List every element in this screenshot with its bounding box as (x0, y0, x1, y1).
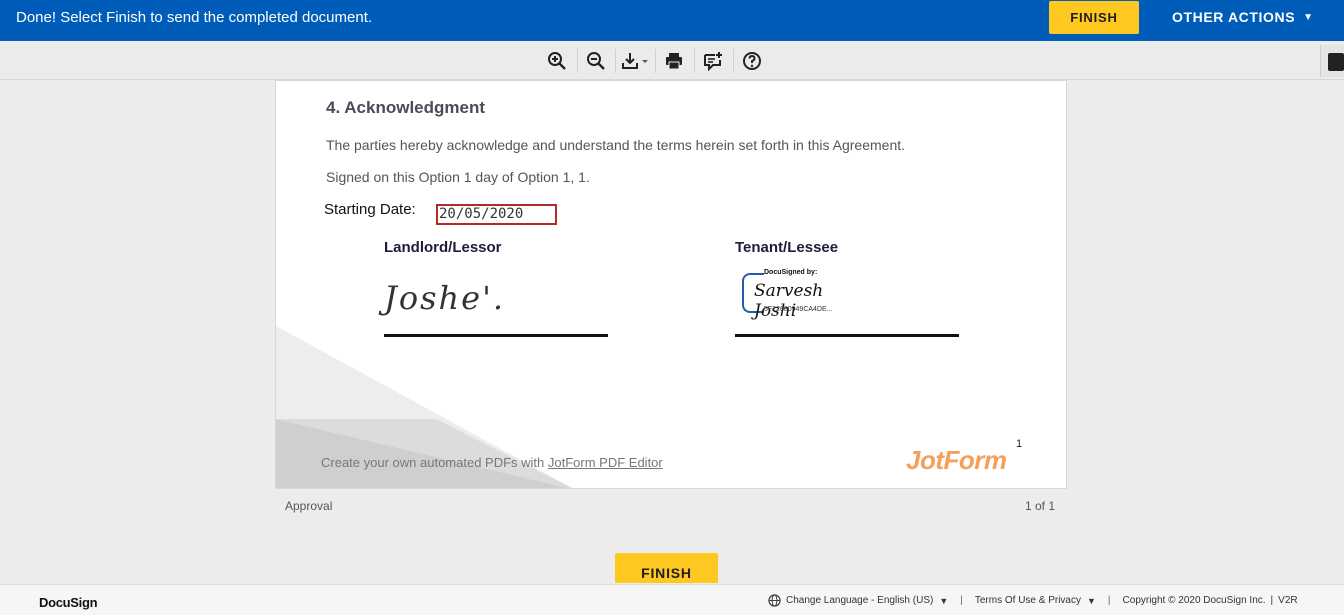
document-page: 4. Acknowledgment The parties hereby ack… (275, 80, 1067, 489)
other-actions-menu[interactable]: OTHER ACTIONS ▼ (1172, 9, 1314, 25)
starting-date-label: Starting Date: (324, 201, 416, 218)
other-actions-label: OTHER ACTIONS (1172, 9, 1296, 25)
docusign-id: 5F22680949CA4DE... (764, 306, 833, 313)
jotform-logo: JotForm (906, 445, 1007, 475)
page-count: 1 of 1 (1025, 499, 1056, 513)
globe-icon (768, 594, 786, 607)
zoom-in-icon[interactable] (545, 49, 569, 73)
terms-link[interactable]: Terms Of Use & Privacy (975, 595, 1081, 606)
document-icon (1328, 53, 1344, 71)
zoom-out-icon[interactable] (584, 49, 608, 73)
finish-button-bottom[interactable]: FINISH (615, 553, 718, 583)
tenant-docusign-signature: DocuSigned by: Sarvesh Joshi 5F22680949C… (742, 269, 862, 321)
version-text: V2R (1278, 595, 1298, 606)
tenant-label: Tenant/Lessee (735, 239, 839, 256)
landlord-signature: Joshe'. (384, 279, 506, 317)
change-language-link[interactable]: Change Language - English (US) (786, 595, 933, 606)
document-toolbar (0, 41, 1344, 80)
side-panel-toggle[interactable] (1320, 45, 1344, 77)
banner-message: Done! Select Finish to send the complete… (16, 9, 373, 26)
docusign-logo: DocuSign (39, 595, 98, 610)
tenant-signature: Sarvesh Joshi (754, 281, 824, 321)
signed-on-text: Signed on this Option 1 day of Option 1,… (326, 169, 590, 185)
landlord-label: Landlord/Lessor (384, 239, 502, 256)
chevron-down-icon[interactable]: ▼ (1087, 596, 1096, 606)
starting-date-field[interactable]: 20/05/2020 (436, 204, 557, 225)
page-number: 1 (1016, 438, 1023, 450)
tenant-signature-line (735, 334, 959, 337)
copyright-text: Copyright © 2020 DocuSign Inc. (1122, 595, 1266, 606)
landlord-signature-line (384, 334, 608, 337)
chevron-down-icon: ▼ (1303, 11, 1314, 23)
promo-text: Create your own automated PDFs with (321, 455, 548, 470)
section-title: 4. Acknowledgment (326, 98, 486, 117)
print-icon[interactable] (662, 49, 686, 73)
chevron-down-icon[interactable]: ▼ (939, 596, 948, 606)
help-icon[interactable] (740, 49, 764, 73)
download-icon[interactable] (620, 49, 652, 73)
jotform-editor-link[interactable]: JotForm PDF Editor (548, 455, 663, 470)
docusigned-by-label: DocuSigned by: (764, 269, 818, 276)
footer-links: Change Language - English (US) ▼ | Terms… (768, 594, 1298, 607)
footer: DocuSign Change Language - English (US) … (0, 584, 1344, 615)
acknowledgment-text: The parties hereby acknowledge and under… (326, 137, 906, 153)
top-banner: Done! Select Finish to send the complete… (0, 0, 1344, 41)
pdf-promo-text: Create your own automated PDFs with JotF… (321, 455, 663, 470)
document-name: Approval (285, 499, 333, 513)
finish-button-top[interactable]: FINISH (1049, 1, 1139, 34)
add-comment-icon[interactable] (701, 49, 725, 73)
